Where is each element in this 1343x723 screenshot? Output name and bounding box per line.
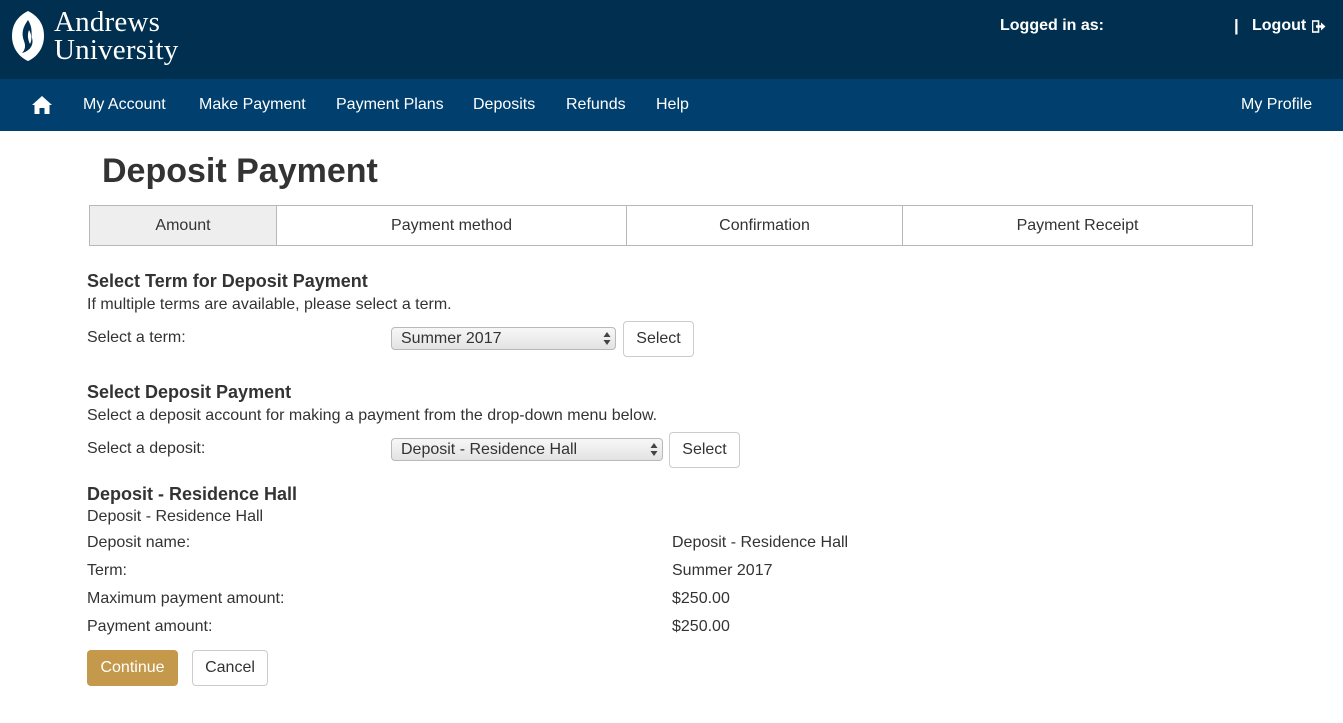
detail-label-payment-amount: Payment amount:: [87, 618, 213, 635]
term-select[interactable]: Summer 2017: [391, 327, 616, 350]
cancel-button[interactable]: Cancel: [192, 650, 268, 686]
logout-link[interactable]: Logout: [1252, 17, 1326, 35]
logout-label: Logout: [1252, 17, 1307, 34]
main-nav: My Account Make Payment Payment Plans De…: [0, 79, 1343, 131]
details-heading: Deposit - Residence Hall: [87, 484, 298, 504]
nav-help[interactable]: Help: [656, 96, 689, 114]
nav-deposits[interactable]: Deposits: [473, 96, 535, 114]
header-separator: |: [1234, 16, 1239, 35]
logo-line2: University: [54, 34, 179, 66]
top-header: Andrews University Logged in as: | Logou…: [0, 0, 1343, 79]
deposit-select-label: Select a deposit:: [87, 440, 206, 457]
logged-in-label: Logged in as:: [1000, 17, 1104, 34]
select-arrows-icon: [603, 332, 611, 345]
step-amount: Amount: [90, 206, 277, 245]
nav-make-payment[interactable]: Make Payment: [199, 96, 306, 114]
step-payment-receipt: Payment Receipt: [1016, 216, 1139, 234]
select-arrows-icon: [650, 443, 658, 456]
deposit-select[interactable]: Deposit - Residence Hall: [391, 438, 663, 461]
deposit-select-value: Deposit - Residence Hall: [401, 441, 578, 458]
sign-out-icon: [1312, 19, 1326, 33]
nav-my-profile[interactable]: My Profile: [1241, 96, 1312, 114]
detail-value-max-amount: $250.00: [672, 590, 730, 607]
detail-label-deposit-name: Deposit name:: [87, 534, 191, 551]
term-select-button[interactable]: Select: [623, 321, 694, 357]
university-logo[interactable]: Andrews University: [10, 8, 190, 70]
term-section-heading: Select Term for Deposit Payment: [87, 271, 368, 291]
detail-value-deposit-name: Deposit - Residence Hall: [672, 534, 849, 551]
detail-value-term: Summer 2017: [672, 562, 773, 579]
page-title: Deposit Payment: [102, 152, 378, 190]
detail-label-term: Term:: [87, 562, 127, 579]
details-subheading: Deposit - Residence Hall: [87, 508, 264, 525]
term-section-description: If multiple terms are available, please …: [87, 296, 452, 313]
flame-shield-icon: [12, 11, 44, 61]
logo-line1: Andrews: [54, 6, 161, 38]
detail-label-max-amount: Maximum payment amount:: [87, 590, 285, 607]
payment-steps: Amount Payment method Confirmation Payme…: [89, 205, 1253, 246]
nav-payment-plans[interactable]: Payment Plans: [336, 96, 444, 114]
nav-my-account[interactable]: My Account: [83, 96, 166, 114]
nav-refunds[interactable]: Refunds: [566, 96, 626, 114]
step-confirmation: Confirmation: [627, 206, 903, 245]
deposit-section-heading: Select Deposit Payment: [87, 382, 292, 402]
deposit-select-button[interactable]: Select: [669, 432, 740, 468]
term-select-value: Summer 2017: [401, 330, 502, 347]
deposit-section-description: Select a deposit account for making a pa…: [87, 407, 658, 424]
step-payment-method: Payment method: [277, 206, 627, 245]
home-icon[interactable]: [31, 95, 53, 115]
term-select-label: Select a term:: [87, 329, 186, 346]
logo-text: Andrews University: [54, 6, 179, 66]
continue-button[interactable]: Continue: [87, 650, 178, 686]
detail-value-payment-amount: $250.00: [672, 618, 730, 635]
